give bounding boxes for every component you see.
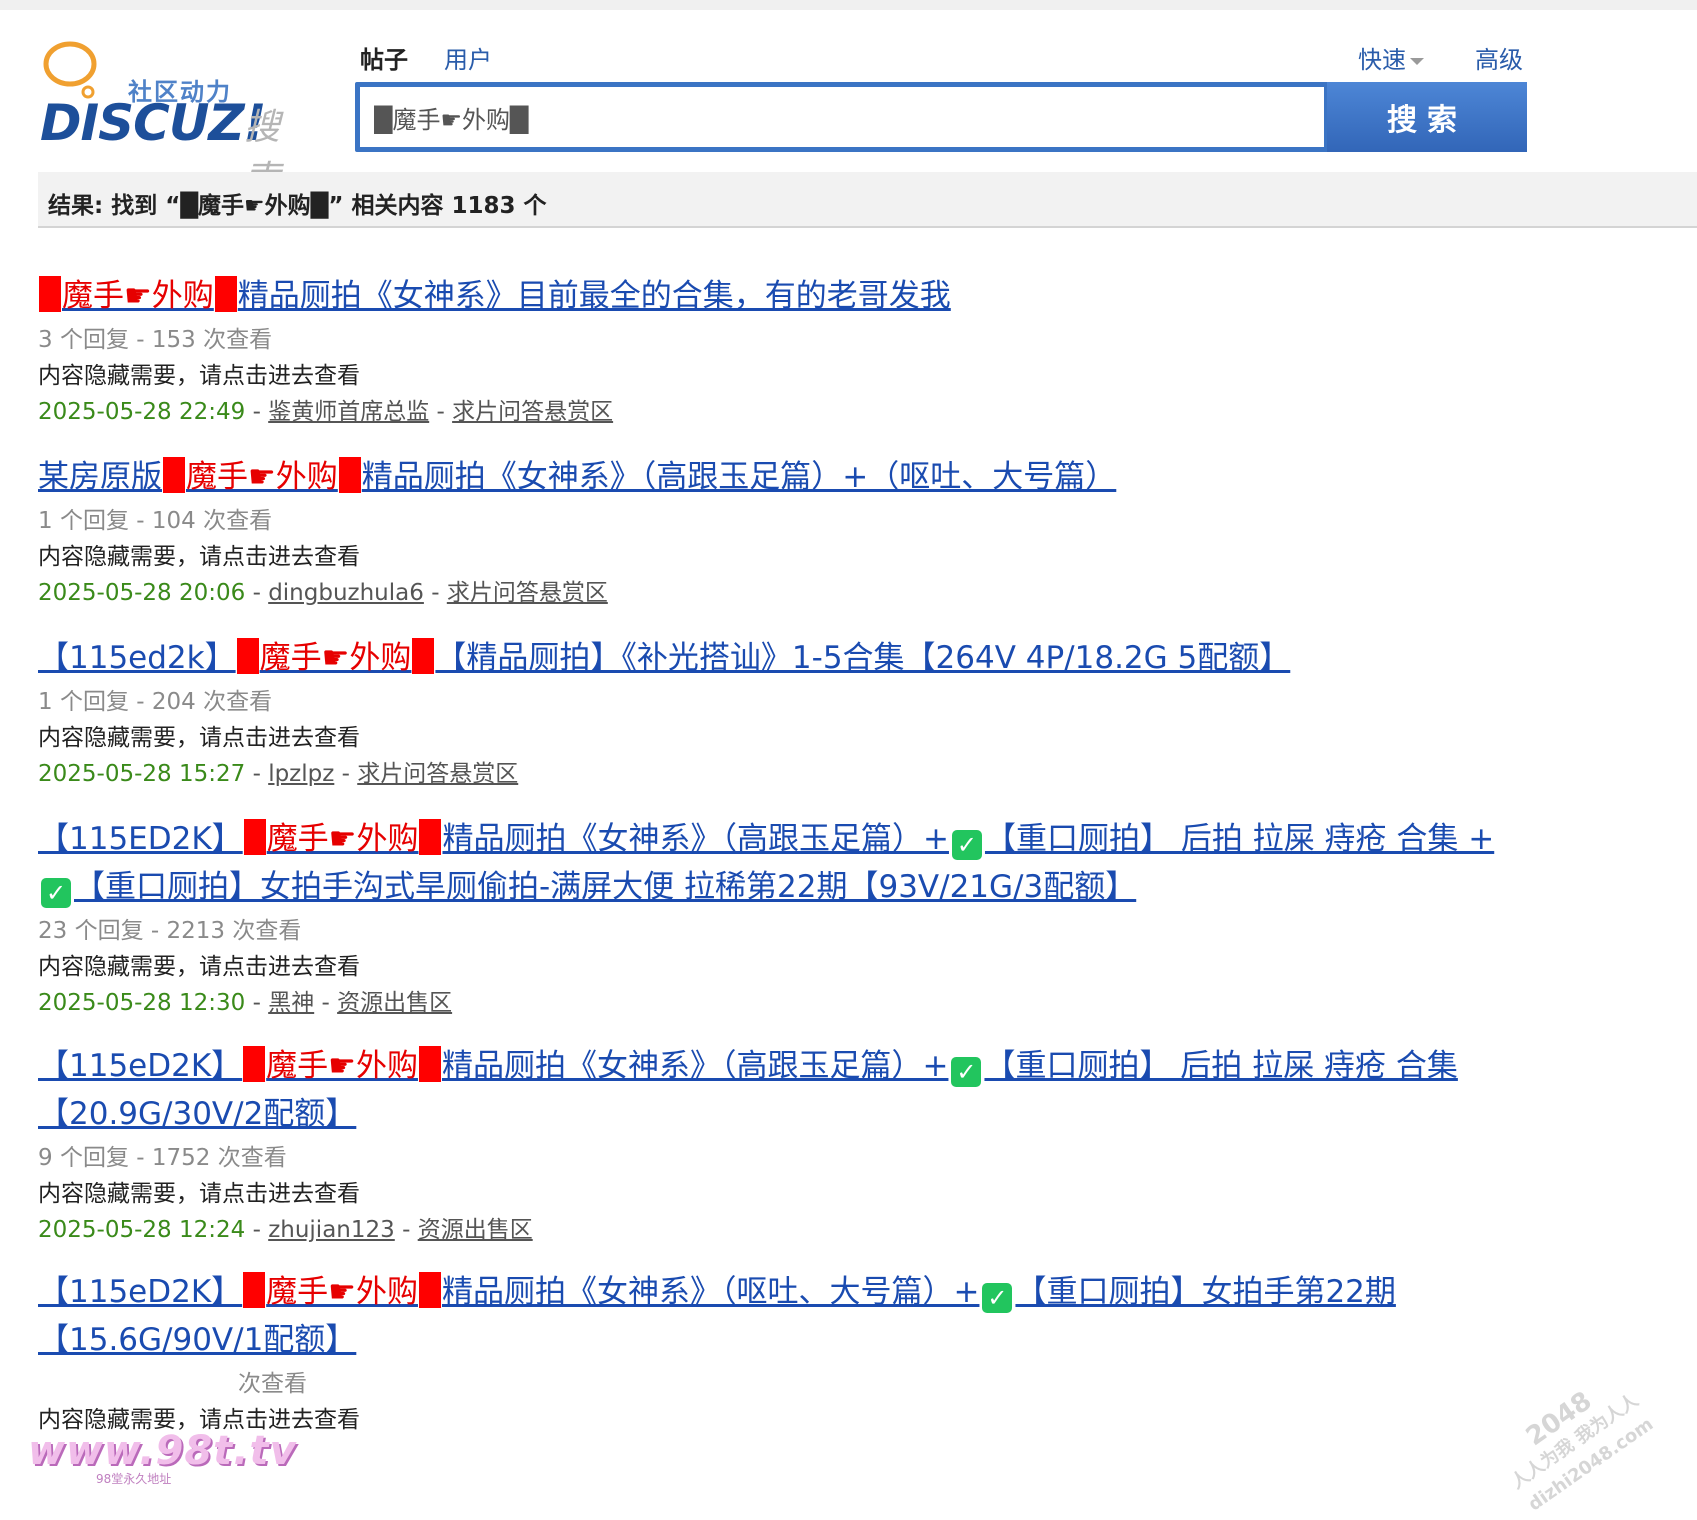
result-stats: 23 个回复 - 2213 次查看 — [38, 918, 302, 944]
search-input[interactable] — [360, 87, 1324, 147]
result-author-link[interactable]: zhujian123 — [268, 1217, 395, 1243]
result-item: 某房原版 魔手☛外购 精品厕拍《女神系》（高跟玉足篇）+（呕吐、大号篇） 1 个回复… — [38, 453, 1538, 611]
redaction-block — [243, 1272, 266, 1308]
title-text: 精品厕拍《女神系》（高跟玉足篇）+ — [441, 1048, 949, 1084]
result-stats: 3 个回复 - 153 次查看 — [38, 327, 273, 353]
result-stats: 次查看 — [238, 1371, 307, 1397]
result-date: 2025-05-28 12:24 — [38, 1217, 246, 1243]
check-mark-icon: ✓ — [982, 1283, 1013, 1313]
result-forum-link[interactable]: 资源出售区 — [418, 1217, 533, 1243]
result-stats: 9 个回复 - 1752 次查看 — [38, 1145, 287, 1171]
title-prefix: 【115eD2K】 — [38, 1274, 243, 1310]
result-title-link[interactable]: 【115ed2k】 魔手☛外购 【精品厕拍】《补光搭讪》1-5合集【264V 4P/… — [38, 634, 1508, 682]
title-text: 精品厕拍《女神系》（呕吐、大号篇）+ — [441, 1274, 980, 1310]
result-snippet: 内容隐藏需要，请点击进去查看 — [38, 544, 360, 570]
result-author-link[interactable]: dingbuzhula6 — [268, 580, 424, 606]
redaction-block — [412, 638, 435, 674]
title-text: 【精品厕拍】《补光搭讪》1-5合集【264V 4P/18.2G 5配额】 — [435, 640, 1291, 676]
redaction-block — [338, 457, 361, 493]
title-prefix: 【115ED2K】 — [38, 821, 243, 857]
result-item: 魔手☛外购 精品厕拍《女神系》目前最全的合集，有的老哥发我 3 个回复 - 153… — [38, 272, 1538, 430]
result-date: 2025-05-28 12:30 — [38, 990, 246, 1016]
title-prefix: 某房原版 — [38, 459, 162, 495]
title-highlight: 魔手☛外购 — [266, 1048, 418, 1084]
redaction-block — [236, 638, 259, 674]
search-button[interactable]: 搜索 — [1327, 82, 1527, 152]
watermark-98t: www.98t.tv — [28, 1428, 297, 1474]
result-snippet: 内容隐藏需要，请点击进去查看 — [38, 363, 360, 389]
title-prefix: 【115ed2k】 — [38, 640, 236, 676]
check-mark-icon: ✓ — [951, 830, 982, 860]
title-highlight: 魔手☛外购 — [62, 278, 214, 314]
result-author-link[interactable]: 黑神 — [268, 990, 314, 1016]
redaction-block — [243, 1046, 266, 1082]
result-forum-link[interactable]: 求片问答悬赏区 — [447, 580, 608, 606]
result-forum-link[interactable]: 求片问答悬赏区 — [452, 399, 613, 425]
result-summary-bar: 结果: 找到 “█魔手☛外购█” 相关内容 1183 个 — [38, 172, 1697, 228]
title-text: 精品厕拍《女神系》（高跟玉足篇）+（呕吐、大号篇） — [361, 459, 1117, 495]
result-author-link[interactable]: 鉴黄师首席总监 — [268, 399, 429, 425]
result-summary: 结果: 找到 “█魔手☛外购█” 相关内容 1183 个 — [48, 193, 547, 219]
tab-users[interactable]: 用户 — [444, 40, 492, 75]
tab-posts[interactable]: 帖子 — [360, 40, 408, 75]
redaction-block — [418, 1046, 441, 1082]
advanced-search-link[interactable]: 高级 — [1475, 40, 1523, 75]
result-title-link[interactable]: 【115ED2K】 魔手☛外购 精品厕拍《女神系》（高跟玉足篇）+ ✓ 【重口厕拍】 后… — [38, 815, 1508, 911]
result-info: 2025-05-28 15:27 - lpzlpz - 求片问答悬赏区 — [38, 761, 519, 787]
redaction-block — [418, 1272, 441, 1308]
title-text: 精品厕拍《女神系》（高跟玉足篇）+ — [442, 821, 949, 857]
top-strip — [0, 0, 1697, 10]
watermark-98t-sub: 98堂永久地址 — [96, 1472, 172, 1486]
result-snippet: 内容隐藏需要，请点击进去查看 — [38, 954, 360, 980]
redaction-block — [214, 276, 237, 312]
logo-wordmark: DISCUZ! — [40, 94, 266, 152]
result-item: 【115eD2K】 魔手☛外购 精品厕拍《女神系》（呕吐、大号篇）+ ✓ 【重口厕拍】女… — [38, 1268, 1538, 1438]
result-item: 【115eD2K】 魔手☛外购 精品厕拍《女神系》（高跟玉足篇）+ ✓ 【重口厕拍】 后… — [38, 1042, 1538, 1248]
quick-search-label: 快速 — [1358, 46, 1406, 74]
speech-bubble-icon — [43, 41, 97, 99]
title-prefix: 【115eD2K】 — [38, 1048, 243, 1084]
result-item: 【115ED2K】 魔手☛外购 精品厕拍《女神系》（高跟玉足篇）+ ✓ 【重口厕拍】 后… — [38, 815, 1538, 1021]
check-mark-icon: ✓ — [951, 1057, 982, 1087]
result-date: 2025-05-28 20:06 — [38, 580, 246, 606]
title-highlight: 魔手☛外购 — [186, 459, 338, 495]
result-title-link[interactable]: 【115eD2K】 魔手☛外购 精品厕拍《女神系》（高跟玉足篇）+ ✓ 【重口厕拍】 后… — [38, 1042, 1508, 1138]
result-stats: 1 个回复 - 204 次查看 — [38, 689, 273, 715]
result-stats: 1 个回复 - 104 次查看 — [38, 508, 273, 534]
title-highlight: 魔手☛外购 — [259, 640, 412, 676]
redaction-block — [39, 276, 61, 312]
result-info: 2025-05-28 22:49 - 鉴黄师首席总监 - 求片问答悬赏区 — [38, 399, 614, 425]
result-info: 2025-05-28 12:24 - zhujian123 - 资源出售区 — [38, 1217, 533, 1243]
result-snippet: 内容隐藏需要，请点击进去查看 — [38, 1181, 360, 1207]
result-date: 2025-05-28 22:49 — [38, 399, 246, 425]
result-info: 2025-05-28 12:30 - 黑神 - 资源出售区 — [38, 990, 453, 1016]
chevron-down-icon — [1410, 57, 1424, 65]
title-highlight: 魔手☛外购 — [266, 1274, 418, 1310]
quick-search-dropdown[interactable]: 快速 — [1358, 40, 1424, 75]
result-info: 2025-05-28 20:06 - dingbuzhula6 - 求片问答悬赏… — [38, 580, 608, 606]
title-text: 【重口厕拍】 后拍 拉屎 痔疮 合集 + — [984, 821, 1495, 857]
check-mark-icon: ✓ — [41, 878, 71, 908]
discuz-logo[interactable]: 社区动力 DISCUZ! 搜索 — [38, 38, 308, 200]
result-author-link[interactable]: lpzlpz — [268, 761, 334, 787]
redaction-block — [243, 819, 266, 855]
result-title-link[interactable]: 某房原版 魔手☛外购 精品厕拍《女神系》（高跟玉足篇）+（呕吐、大号篇） — [38, 453, 1508, 501]
result-title-link[interactable]: 魔手☛外购 精品厕拍《女神系》目前最全的合集，有的老哥发我 — [38, 272, 1508, 320]
redaction-block — [163, 457, 185, 493]
result-item: 【115ed2k】 魔手☛外购 【精品厕拍】《补光搭讪》1-5合集【264V 4P/… — [38, 634, 1538, 792]
search-form: 搜索 — [355, 82, 1527, 152]
title-text: 精品厕拍《女神系》目前最全的合集，有的老哥发我 — [237, 278, 951, 314]
result-snippet: 内容隐藏需要，请点击进去查看 — [38, 725, 360, 751]
result-title-link[interactable]: 【115eD2K】 魔手☛外购 精品厕拍《女神系》（呕吐、大号篇）+ ✓ 【重口厕拍】女… — [38, 1268, 1508, 1364]
title-highlight: 魔手☛外购 — [266, 821, 419, 857]
redaction-block — [419, 819, 442, 855]
result-forum-link[interactable]: 求片问答悬赏区 — [357, 761, 518, 787]
result-forum-link[interactable]: 资源出售区 — [337, 990, 452, 1016]
result-date: 2025-05-28 15:27 — [38, 761, 246, 787]
title-text: 【重口厕拍】女拍手沟式旱厕偷拍-满屏大便 拉稀第22期【93V/21G/3配额】 — [74, 869, 1137, 905]
